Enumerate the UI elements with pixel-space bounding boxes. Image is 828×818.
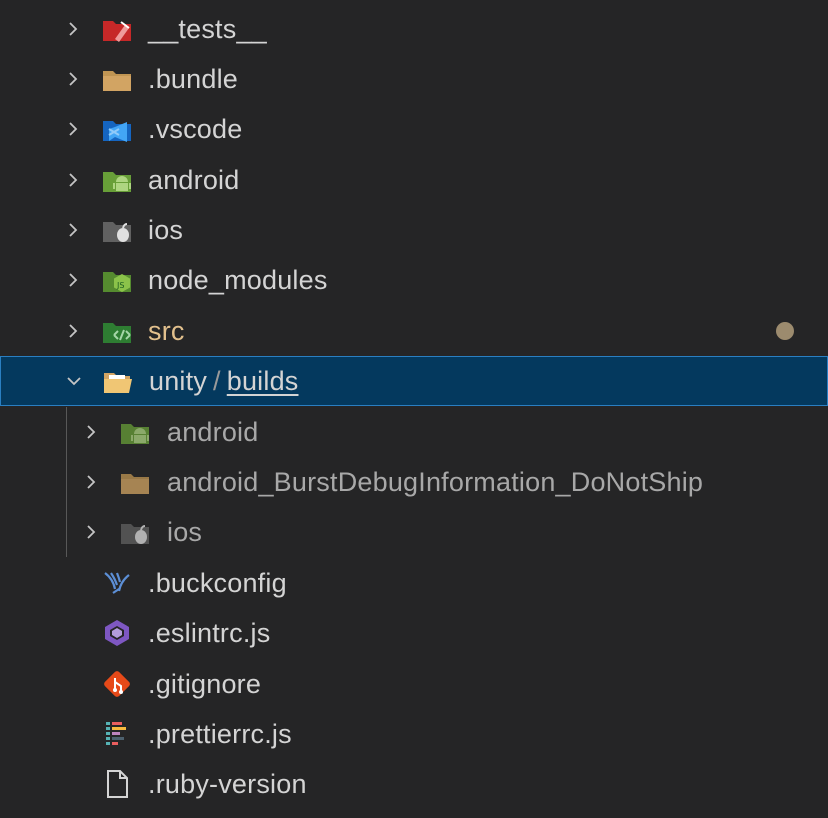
chevron-right-icon[interactable] <box>62 320 84 342</box>
open-folder-icon <box>101 364 135 398</box>
tree-item-label: .vscode <box>148 114 243 144</box>
tree-item-label: android_BurstDebugInformation_DoNotShip <box>167 467 704 497</box>
chevron-right-icon[interactable] <box>62 169 84 191</box>
tree-item-label: ios <box>167 517 203 547</box>
eslint-file-icon <box>100 616 134 650</box>
buck-file-icon <box>100 566 134 600</box>
tree-item-label: node_modules <box>148 265 328 295</box>
chevron-right-icon[interactable] <box>62 18 84 40</box>
tree-item-label: .bundle <box>148 64 238 94</box>
tree-item-label: android <box>167 417 259 447</box>
tree-item-bundle[interactable]: .bundle <box>0 54 828 104</box>
chevron-right-icon[interactable] <box>62 118 84 140</box>
tree-item-label: ios <box>148 215 184 245</box>
path-segment-parent[interactable]: unity <box>149 366 207 396</box>
chevron-down-icon[interactable] <box>63 370 85 392</box>
path-separator: / <box>213 366 221 396</box>
tree-item-ruby-version[interactable]: .ruby-version <box>0 759 828 809</box>
tree-item-label: .buckconfig <box>148 568 287 598</box>
android-folder-icon <box>100 163 134 197</box>
tree-item-label: .gitignore <box>148 669 262 699</box>
modified-indicator <box>776 322 794 340</box>
tree-item-ios-child[interactable]: ios <box>0 507 828 557</box>
chevron-right-icon[interactable] <box>80 521 102 543</box>
chevron-right-icon[interactable] <box>80 421 102 443</box>
tree-item-gitignore[interactable]: .gitignore <box>0 659 828 709</box>
android-folder-icon <box>118 415 152 449</box>
apple-folder-icon <box>100 213 134 247</box>
chevron-right-icon[interactable] <box>80 471 102 493</box>
path-segment-child[interactable]: builds <box>227 366 299 396</box>
tree-item-tests[interactable]: __tests__ <box>0 4 828 54</box>
vscode-folder-icon <box>100 112 134 146</box>
tree-item-buckconfig[interactable]: .buckconfig <box>0 558 828 608</box>
tree-item-label: android <box>148 165 240 195</box>
chevron-right-icon[interactable] <box>62 269 84 291</box>
chevron-right-icon[interactable] <box>62 68 84 90</box>
tree-item-label: __tests__ <box>148 14 267 44</box>
tree-item-prettierrc[interactable]: .prettierrc.js <box>0 709 828 759</box>
tree-item-label: src <box>148 316 185 346</box>
chevron-right-icon[interactable] <box>62 219 84 241</box>
tree-item-label: .eslintrc.js <box>148 618 271 648</box>
tree-item-burst-debug[interactable]: android_BurstDebugInformation_DoNotShip <box>0 457 828 507</box>
node-folder-icon: JS <box>100 263 134 297</box>
tree-item-label: .ruby-version <box>148 769 307 799</box>
file-icon <box>100 767 134 801</box>
folder-icon <box>100 62 134 96</box>
folder-icon <box>118 465 152 499</box>
git-file-icon <box>100 667 134 701</box>
tree-item-ios[interactable]: ios <box>0 205 828 255</box>
src-folder-icon <box>100 314 134 348</box>
apple-folder-icon <box>118 515 152 549</box>
file-explorer-tree: __tests__ .bundle .vscode android ios JS… <box>0 0 828 818</box>
tree-item-android-child[interactable]: android <box>0 407 828 457</box>
tree-item-node-modules[interactable]: JS node_modules <box>0 255 828 305</box>
prettier-file-icon <box>100 717 134 751</box>
tree-item-unity-builds[interactable]: unity / builds <box>0 356 828 406</box>
tree-item-vscode[interactable]: .vscode <box>0 104 828 154</box>
tree-item-eslintrc[interactable]: .eslintrc.js <box>0 608 828 658</box>
svg-text:JS: JS <box>116 281 124 290</box>
tests-folder-icon <box>100 12 134 46</box>
tree-item-label: .prettierrc.js <box>148 719 292 749</box>
tree-item-src[interactable]: src <box>0 306 828 356</box>
tree-item-label: unity / builds <box>149 356 299 406</box>
tree-item-android[interactable]: android <box>0 155 828 205</box>
